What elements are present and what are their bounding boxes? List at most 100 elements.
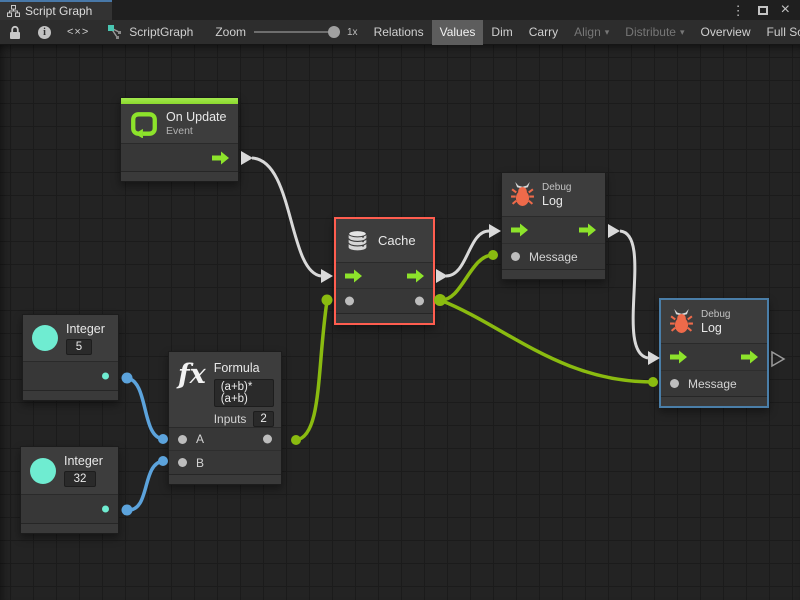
node-integer-b[interactable]: Integer 32 (20, 446, 119, 534)
titlebar-spacer (112, 0, 732, 20)
flow-in-port[interactable] (511, 224, 528, 237)
node-cache[interactable]: Cache (334, 217, 435, 325)
flow-arrow-icon (670, 351, 687, 364)
message-row: Message (661, 370, 767, 396)
lock-button[interactable] (0, 20, 30, 45)
port-dot (415, 297, 424, 306)
flow-in-port[interactable] (670, 351, 687, 364)
node-footer (502, 269, 605, 279)
dim-button[interactable]: Dim (483, 20, 520, 45)
close-icon[interactable]: × (781, 2, 790, 18)
flow-in-port[interactable] (345, 269, 362, 282)
input-a-port[interactable]: A (178, 432, 204, 446)
value-out-port[interactable] (263, 435, 272, 444)
flow-arrow-icon (407, 269, 424, 282)
value-endpoint (122, 505, 133, 516)
distribute-dropdown[interactable]: Distribute ▾ (617, 20, 692, 45)
node-header: Integer 5 (23, 315, 118, 362)
value-out-port[interactable] (102, 506, 109, 513)
node-integer-a[interactable]: Integer 5 (22, 314, 119, 401)
zoom-slider-handle[interactable] (328, 26, 340, 38)
overview-button[interactable]: Overview (693, 20, 759, 45)
integer-value-field[interactable]: 5 (66, 339, 92, 355)
relations-button[interactable]: Relations (366, 20, 432, 45)
integer-icon (32, 325, 58, 351)
flow-row (661, 344, 767, 370)
input-b-port[interactable]: B (178, 456, 204, 470)
value-endpoint (158, 434, 168, 444)
value-endpoint (322, 295, 333, 306)
integer-value-field[interactable]: 32 (64, 471, 96, 487)
flow-out-port[interactable] (741, 351, 758, 364)
node-footer (661, 396, 767, 406)
node-header: Debug Log (661, 300, 767, 344)
script-graph-window: Script Graph ⋮ × i <×> (0, 0, 800, 600)
flow-arrow-icon (212, 151, 229, 164)
port-dot (263, 435, 272, 444)
info-button[interactable]: i (30, 20, 59, 45)
formula-fx-icon: fx (178, 361, 206, 388)
port-dot (178, 458, 187, 467)
node-debug-log-bottom[interactable]: Debug Log Message (659, 298, 769, 408)
node-header: Integer 32 (21, 447, 118, 495)
port-dot (345, 297, 354, 306)
values-button[interactable]: Values (432, 20, 484, 45)
node-footer (169, 474, 281, 484)
node-on-update[interactable]: On Update Event (120, 97, 239, 182)
message-in-port[interactable]: Message (670, 377, 737, 391)
tab-title: Script Graph (25, 4, 92, 18)
input-b-row: B (169, 450, 281, 474)
value-out-port[interactable] (415, 297, 424, 306)
value-row (21, 495, 118, 523)
value-in-port[interactable] (345, 297, 354, 306)
node-formula[interactable]: fx Formula (a+b)*(a+b) Inputs 2 A (168, 351, 282, 485)
flow-out-port[interactable] (212, 151, 229, 164)
info-icon: i (38, 26, 51, 39)
value-out-port[interactable] (102, 373, 109, 380)
flow-out-port[interactable] (407, 269, 424, 282)
node-category: Debug (701, 309, 730, 320)
bug-icon (511, 182, 534, 207)
titlebar: Script Graph ⋮ × (0, 0, 800, 20)
node-category: Debug (542, 182, 571, 193)
graph-tab-icon (7, 5, 20, 17)
inputs-count-field[interactable]: 2 (253, 411, 273, 427)
formula-expression-field[interactable]: (a+b)*(a+b) (214, 379, 274, 407)
flow-endpoint (321, 269, 333, 283)
node-header: fx Formula (a+b)*(a+b) Inputs 2 (169, 352, 281, 428)
port-dot (102, 373, 109, 380)
node-header: On Update Event (121, 104, 238, 144)
wire-cache-to-debuglog1 (446, 231, 489, 276)
flow-row (502, 217, 605, 243)
graph-canvas[interactable]: On Update Event (0, 45, 800, 600)
maximize-icon[interactable] (758, 6, 768, 15)
tab-script-graph[interactable]: Script Graph (0, 0, 112, 20)
zoom-slider[interactable] (254, 31, 340, 33)
full-screen-button[interactable]: Full Screen (759, 20, 800, 45)
wire-onupdate-to-cache (252, 158, 321, 276)
message-in-port[interactable]: Message (511, 250, 578, 264)
value-endpoint (434, 294, 446, 306)
node-header: Cache (336, 219, 433, 263)
node-title: Integer (64, 454, 103, 468)
message-row: Message (502, 243, 605, 269)
more-menu-icon[interactable]: ⋮ (732, 4, 745, 17)
port-label: B (196, 456, 204, 470)
database-icon (345, 228, 370, 253)
node-debug-log-top[interactable]: Debug Log Message (501, 172, 606, 280)
input-a-row: A (169, 428, 281, 450)
window-controls: ⋮ × (732, 0, 800, 20)
flow-arrow-icon (579, 224, 596, 237)
wire-integer5-to-formula-a (127, 378, 163, 439)
align-dropdown[interactable]: Align ▾ (566, 20, 617, 45)
wire-cache-to-message1 (440, 255, 493, 300)
collapse-variables-button[interactable]: <×> (59, 20, 97, 45)
wire-formula-to-cache (296, 301, 327, 440)
node-footer (336, 313, 433, 323)
carry-button[interactable]: Carry (521, 20, 566, 45)
value-endpoint (122, 373, 133, 384)
flow-out-port[interactable] (579, 224, 596, 237)
node-footer (121, 171, 238, 181)
wire-cache-to-message2 (440, 300, 653, 382)
node-title: Log (542, 194, 571, 208)
